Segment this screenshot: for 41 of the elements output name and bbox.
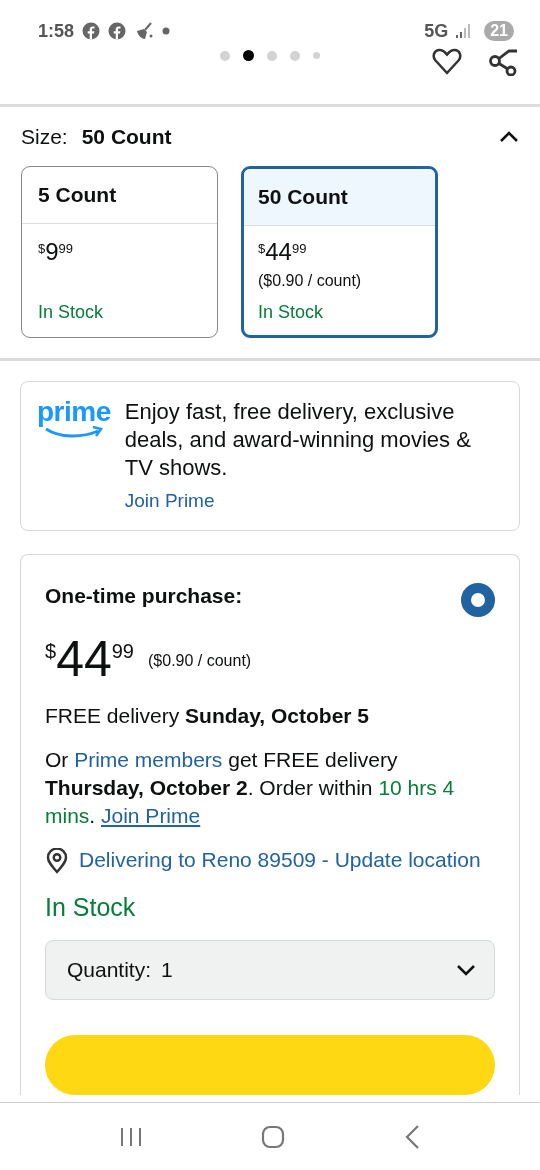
page-dot[interactable] (290, 50, 300, 61)
page-dot[interactable] (313, 52, 320, 59)
stock-status: In Stock (258, 302, 325, 323)
location-link[interactable]: Delivering to Reno 89509 - Update location (79, 846, 481, 874)
home-icon[interactable] (261, 1124, 285, 1149)
quantity-dropdown[interactable]: Quantity: 1 (45, 940, 495, 1000)
unit-price: ($0.90 / count) (258, 272, 363, 290)
chevron-down-icon (456, 964, 476, 976)
location-pin-icon (45, 848, 69, 874)
option-name: 5 Count (38, 183, 117, 207)
unit-price: ($0.90 / count) (148, 651, 252, 671)
purchase-title: One-time purchase: (45, 583, 243, 609)
recent-apps-icon[interactable] (119, 1126, 142, 1147)
signal-icon (456, 24, 471, 38)
delivery-info: FREE delivery Sunday, October 5 (45, 703, 371, 729)
stock-status: In Stock (45, 892, 137, 922)
smile-icon (43, 426, 104, 440)
page-dot[interactable] (267, 50, 277, 61)
facebook-icon (82, 22, 101, 40)
join-prime-link[interactable]: Join Prime (124, 490, 215, 512)
broom-icon (134, 22, 155, 40)
join-prime-link[interactable]: Join Prime (101, 804, 201, 827)
clock: 1:58 (38, 20, 75, 42)
network-label: 5G (424, 20, 449, 42)
page-dot[interactable] (243, 50, 254, 61)
prime-logo: prime (37, 398, 111, 512)
heart-icon[interactable] (432, 46, 462, 76)
size-label: Size: (21, 125, 68, 149)
prime-members-link[interactable]: Prime members (74, 748, 223, 771)
prime-delivery-info: Or Prime members get FREE delivery Thursday, October 2. Order within 10 hrs 4 mins. Join Prime (45, 747, 456, 829)
dot-icon (162, 27, 171, 35)
facebook-icon (108, 22, 127, 40)
battery-indicator: 21 (484, 21, 514, 41)
chevron-icon[interactable] (499, 131, 519, 143)
selected-size: 50 Count (81, 125, 172, 149)
stock-status: In Stock (38, 302, 105, 323)
back-icon[interactable] (404, 1123, 421, 1150)
page-dot[interactable] (220, 50, 230, 61)
prime-description: Enjoy fast, free delivery, exclusive deals, and award-winning movies & TV shows. (124, 398, 472, 482)
radio-button[interactable] (461, 583, 495, 617)
option-name: 50 Count (258, 185, 348, 209)
